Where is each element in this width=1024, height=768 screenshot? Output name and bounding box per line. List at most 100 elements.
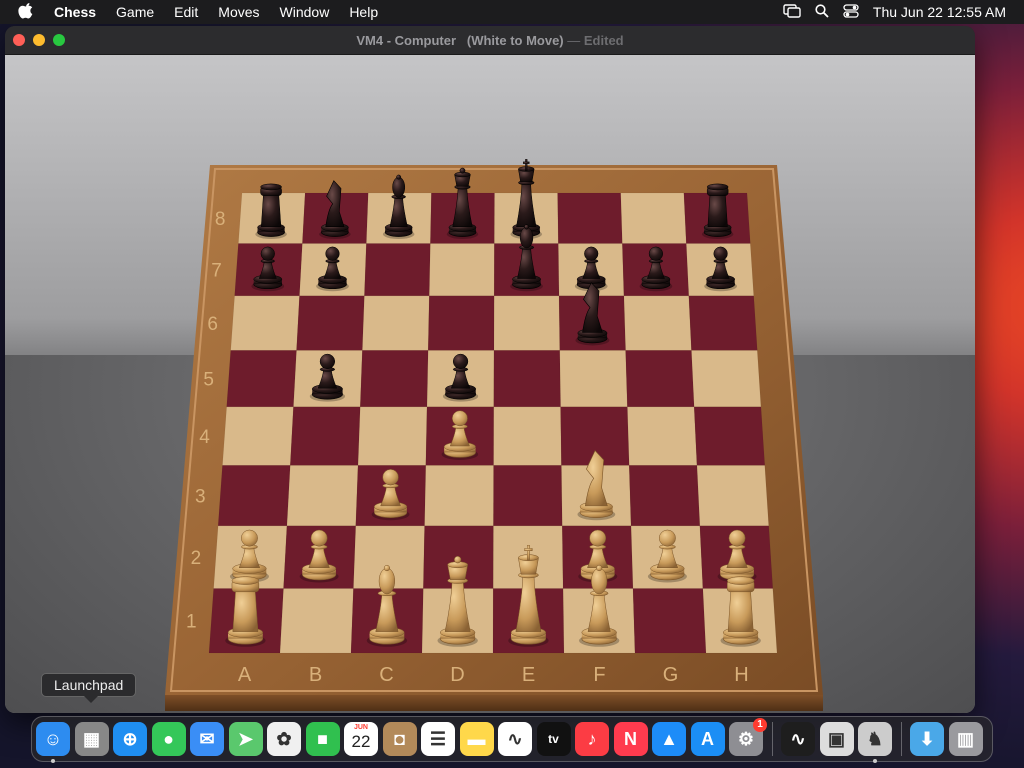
window-title-edited: Edited	[583, 32, 624, 48]
tv-icon: tv	[537, 722, 571, 756]
dock-freeform[interactable]: ∿	[498, 722, 532, 756]
square-g3[interactable]	[628, 465, 701, 527]
rank-label-2: 2	[191, 548, 202, 569]
square-e6[interactable]	[493, 295, 561, 351]
square-h4[interactable]	[693, 406, 766, 466]
square-d7[interactable]	[429, 243, 495, 297]
dock-keynote[interactable]: ▲	[652, 722, 686, 756]
dock-calendar[interactable]: JUN 22	[344, 722, 378, 756]
menubar-clock[interactable]: Thu Jun 22 12:55 AM	[873, 4, 1006, 20]
apple-menu-icon[interactable]	[18, 3, 38, 21]
square-h6[interactable]	[688, 295, 758, 351]
screen-mirroring-icon[interactable]	[783, 3, 801, 21]
square-b1[interactable]	[279, 588, 354, 654]
square-g8[interactable]	[620, 192, 687, 244]
square-c5[interactable]	[359, 350, 429, 408]
square-a3[interactable]	[217, 465, 291, 527]
dock-preview[interactable]: ▣	[819, 722, 854, 756]
dock-facetime[interactable]: ■	[305, 722, 340, 756]
safari-icon: ⊕	[122, 728, 138, 749]
square-c7[interactable]	[364, 243, 431, 297]
square-g5[interactable]	[625, 350, 695, 408]
dock-system-settings[interactable]: ⚙ 1	[729, 718, 767, 756]
facetime-icon: ■	[317, 728, 328, 749]
rank-label-4: 4	[199, 427, 210, 448]
control-center-icon[interactable]	[843, 3, 859, 21]
dock-messages[interactable]: ●	[151, 722, 186, 756]
square-h5[interactable]	[691, 350, 762, 408]
square-a6[interactable]	[230, 295, 300, 351]
keynote-icon: ▲	[660, 728, 678, 749]
square-d3[interactable]	[424, 465, 494, 527]
dock-trash[interactable]: ▥	[948, 722, 983, 756]
dock-contacts[interactable]: ◘	[382, 722, 417, 756]
square-c4[interactable]	[357, 406, 428, 466]
rank-label-8: 8	[215, 209, 226, 230]
dock-reminders[interactable]: ☰	[421, 722, 455, 756]
contacts-icon: ◘	[394, 728, 405, 749]
freeform-icon: ∿	[507, 728, 523, 749]
search-icon[interactable]	[815, 3, 829, 21]
square-d6[interactable]	[427, 295, 495, 351]
running-indicator	[873, 759, 877, 763]
square-a4[interactable]	[222, 406, 294, 466]
window-title-separator: —	[567, 32, 581, 48]
trash-icon: ▥	[956, 728, 974, 749]
menu-app-chess[interactable]: Chess	[54, 4, 96, 20]
file-label-d: D	[450, 664, 464, 686]
dock-activity-monitor[interactable]: ∿	[781, 722, 815, 756]
dock-app-store[interactable]: A	[690, 722, 725, 756]
dock-finder[interactable]: ☺	[36, 722, 70, 763]
maps-icon: ➤	[237, 728, 254, 749]
dock-music[interactable]: ♪	[575, 722, 609, 756]
chess-window: VM4 - Computer (White to Move) — Edited	[5, 26, 975, 713]
menu-help[interactable]: Help	[349, 4, 378, 20]
square-f8[interactable]	[557, 192, 623, 244]
square-b6[interactable]	[296, 295, 365, 351]
messages-icon: ●	[163, 728, 174, 749]
calendar-day: 22	[351, 732, 371, 751]
rank-label-3: 3	[195, 486, 206, 507]
dock-tv[interactable]: tv	[536, 722, 571, 756]
rank-label-5: 5	[203, 369, 214, 390]
square-b4[interactable]	[289, 406, 361, 466]
square-e5[interactable]	[493, 350, 561, 408]
square-a5[interactable]	[226, 350, 297, 408]
dock-launchpad[interactable]: ▦	[74, 722, 109, 756]
menu-edit[interactable]: Edit	[174, 4, 198, 20]
square-g1[interactable]	[632, 588, 707, 654]
app-store-icon: A	[701, 728, 714, 749]
file-label-g: G	[663, 664, 679, 686]
menubar: Chess Game Edit Moves Window Help Thu Ju…	[0, 0, 1024, 24]
menu-game[interactable]: Game	[116, 4, 154, 20]
finder-icon: ☺	[43, 728, 63, 749]
window-titlebar[interactable]: VM4 - Computer (White to Move) — Edited	[5, 26, 975, 55]
dock-chess[interactable]: ♞	[858, 722, 892, 763]
square-e4[interactable]	[493, 406, 562, 466]
dock-photos[interactable]: ✿	[267, 722, 301, 756]
calendar-month: JUN	[353, 724, 368, 731]
dock-safari[interactable]: ⊕	[113, 722, 147, 756]
dock-news[interactable]: N	[613, 722, 648, 756]
square-f5[interactable]	[559, 350, 628, 408]
rank-label-7: 7	[211, 260, 222, 281]
square-b3[interactable]	[286, 465, 359, 527]
dock-separator	[771, 722, 773, 756]
dock-maps[interactable]: ➤	[228, 722, 263, 756]
running-indicator	[51, 759, 55, 763]
dock-separator	[900, 722, 902, 756]
dock-downloads[interactable]: ⬇	[910, 722, 944, 756]
dock-mail[interactable]: ✉	[190, 722, 224, 756]
chess-board-view[interactable]: A B C D E F G H 8 7 6 5 4 3 2 1	[5, 55, 975, 713]
square-h3[interactable]	[696, 465, 769, 527]
square-g6[interactable]	[623, 295, 692, 351]
square-c6[interactable]	[362, 295, 430, 351]
menu-moves[interactable]: Moves	[218, 4, 259, 20]
square-g4[interactable]	[627, 406, 698, 466]
chess-board[interactable]: A B C D E F G H 8 7 6 5 4 3 2 1	[5, 55, 975, 713]
dock-notes[interactable]: ▬	[459, 722, 494, 756]
window-title-text: VM4 - Computer (White to Move)	[356, 32, 564, 48]
window-title: VM4 - Computer (White to Move) — Edited	[5, 33, 975, 48]
menu-window[interactable]: Window	[280, 4, 330, 20]
square-e3[interactable]	[493, 465, 563, 527]
